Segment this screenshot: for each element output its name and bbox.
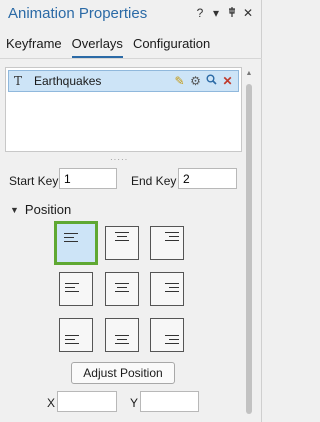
start-key-label: Start Key	[9, 174, 59, 188]
pane-title: Animation Properties	[8, 5, 148, 22]
position-middle-left-button[interactable]	[59, 272, 93, 306]
chevron-down-icon: ▼	[10, 204, 19, 215]
scroll-up-icon[interactable]: ▲	[245, 70, 253, 77]
edit-pencil-icon[interactable]: ✎	[173, 74, 186, 88]
align-center-icon	[115, 335, 129, 347]
remove-icon[interactable]: ✕	[221, 74, 234, 88]
align-center-icon	[115, 283, 129, 295]
y-input[interactable]	[140, 391, 199, 412]
position-section-header[interactable]: ▼ Position	[10, 202, 71, 217]
title-icons: ? ▾ ✕	[192, 6, 256, 21]
x-label: X	[47, 396, 56, 410]
help-icon[interactable]: ?	[192, 6, 208, 21]
tab-overlays[interactable]: Overlays	[71, 36, 123, 58]
zoom-to-icon[interactable]	[205, 74, 218, 88]
align-left-icon	[65, 335, 79, 347]
position-bottom-left-button[interactable]	[59, 318, 93, 352]
pin-icon[interactable]	[224, 6, 240, 21]
gear-icon[interactable]: ⚙	[189, 74, 202, 88]
start-key-input[interactable]	[59, 168, 117, 189]
align-right-icon	[165, 232, 179, 244]
overlay-name: Earthquakes	[34, 74, 102, 88]
tab-configuration[interactable]: Configuration	[133, 36, 210, 58]
y-label: Y	[130, 396, 139, 410]
tab-divider	[0, 58, 262, 59]
end-key-label: End Key	[131, 174, 177, 188]
end-key-input[interactable]	[178, 168, 237, 189]
x-input[interactable]	[57, 391, 117, 412]
position-bottom-center-button[interactable]	[105, 318, 139, 352]
vertical-scrollbar-thumb[interactable]	[246, 84, 252, 414]
text-overlay-icon: T	[14, 74, 23, 88]
align-right-icon	[165, 283, 179, 295]
menu-dropdown-icon[interactable]: ▾	[208, 6, 224, 21]
overlay-list[interactable]: T Earthquakes ✎ ⚙ ✕	[5, 67, 242, 152]
overlay-tools: ✎ ⚙ ✕	[173, 74, 234, 88]
position-top-center-button[interactable]	[105, 226, 139, 260]
tab-keyframe[interactable]: Keyframe	[6, 36, 62, 58]
tab-bar: Keyframe Overlays Configuration	[6, 36, 210, 58]
position-label: Position	[24, 202, 72, 217]
close-icon[interactable]: ✕	[240, 6, 256, 21]
align-right-icon	[165, 335, 179, 347]
align-left-icon	[65, 283, 79, 295]
position-bottom-right-button[interactable]	[150, 318, 184, 352]
position-middle-right-button[interactable]	[150, 272, 184, 306]
position-top-left-button[interactable]	[54, 221, 98, 265]
list-item[interactable]: T Earthquakes ✎ ⚙ ✕	[8, 70, 239, 92]
align-left-icon	[64, 233, 78, 245]
position-grid	[54, 219, 192, 359]
title-bar: Animation Properties ? ▾ ✕	[0, 0, 262, 30]
align-center-icon	[115, 232, 129, 244]
splitter-grip-icon[interactable]: ·····	[110, 155, 130, 164]
animation-properties-pane: Animation Properties ? ▾ ✕ Keyframe Over…	[0, 0, 262, 422]
adjust-position-button[interactable]: Adjust Position	[71, 362, 175, 384]
position-top-right-button[interactable]	[150, 226, 184, 260]
position-middle-center-button[interactable]	[105, 272, 139, 306]
